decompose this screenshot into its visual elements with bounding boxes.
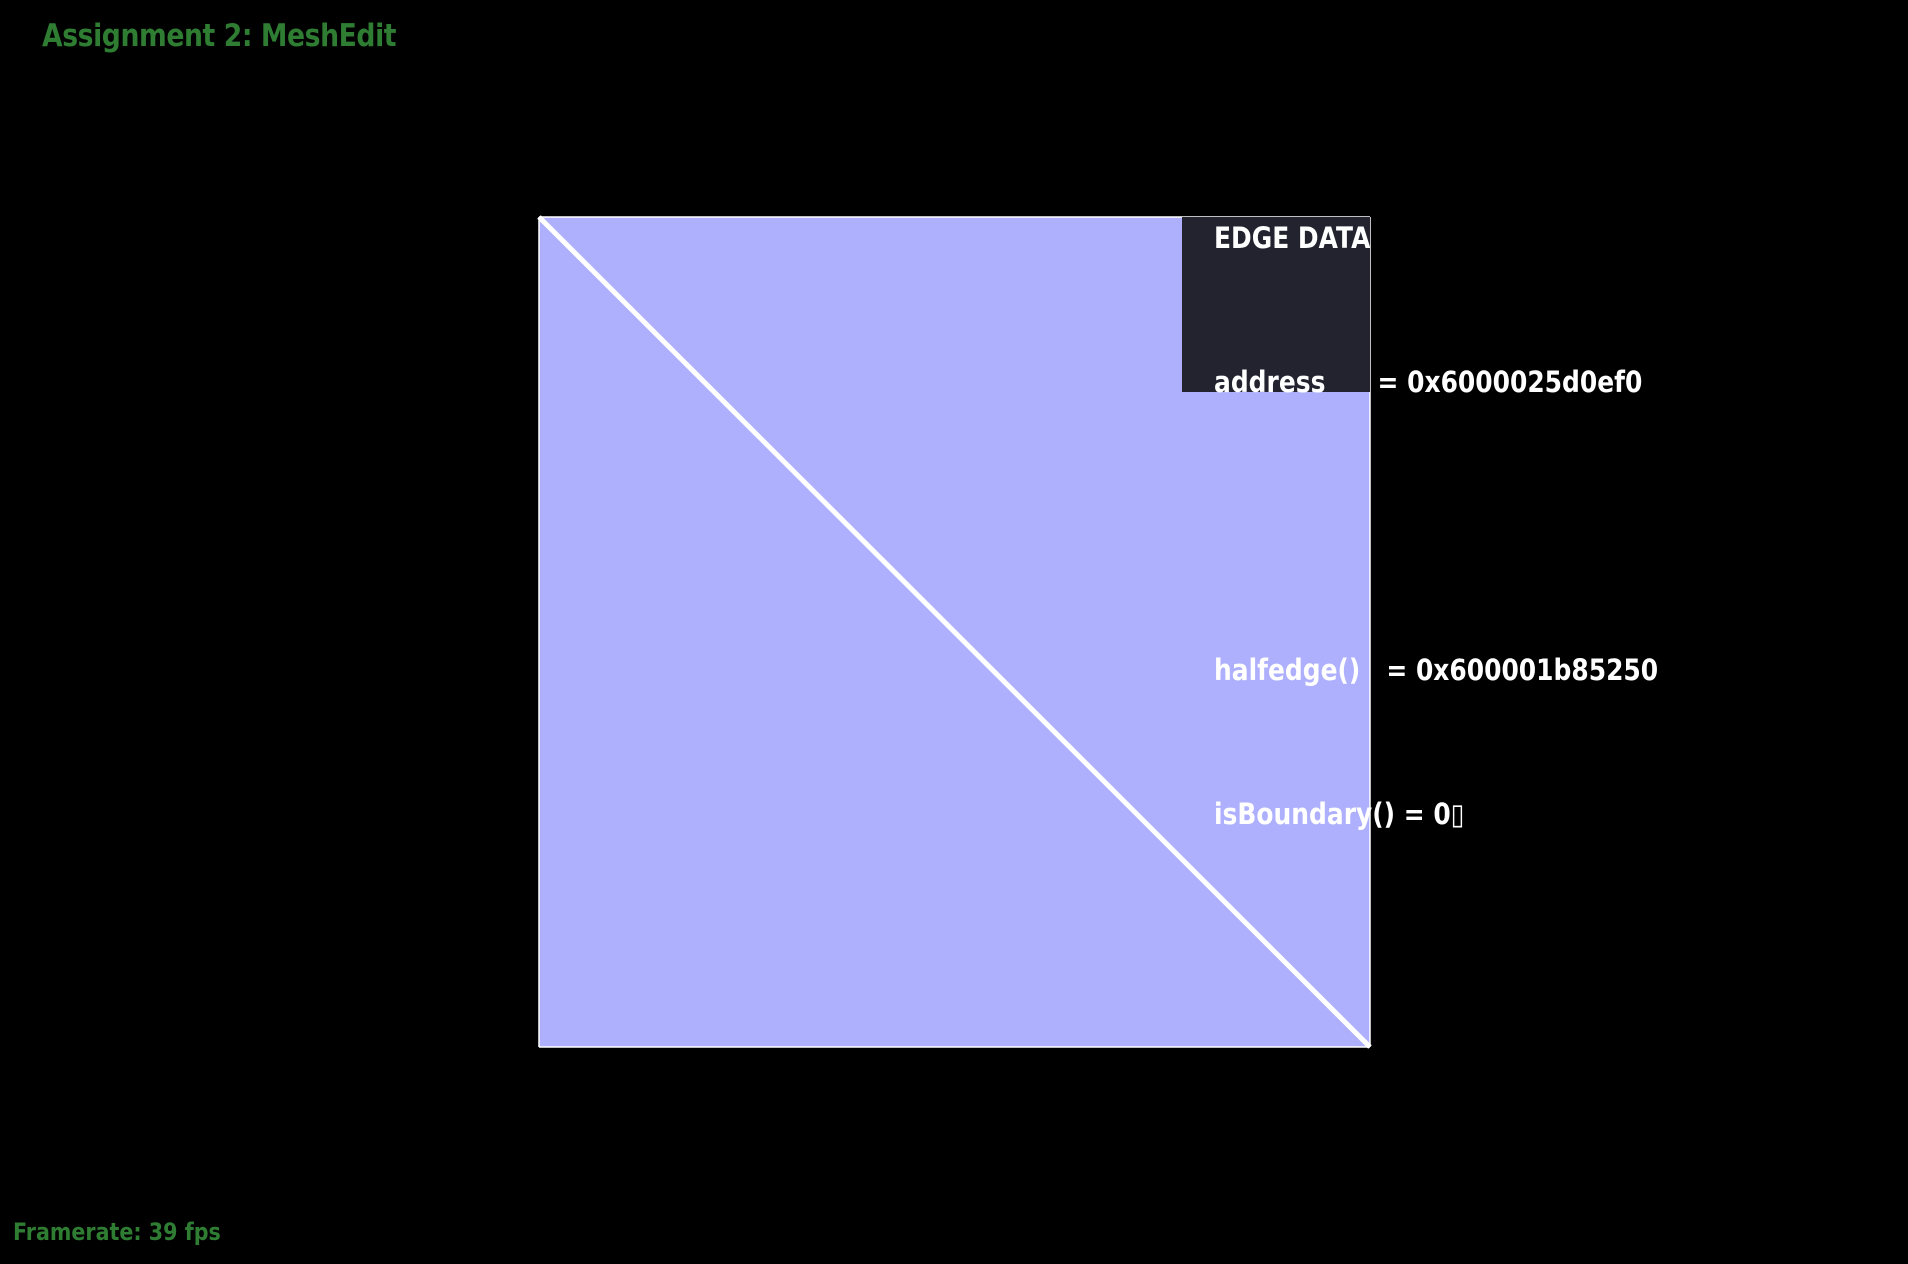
- viewport[interactable]: EDGE DATA address = 0x6000025d0ef0 halfe…: [0, 0, 1908, 1264]
- edge-data-row-blank: [1214, 502, 1658, 550]
- edge-data-row-isboundary: isBoundary() = 0▯: [1214, 790, 1658, 838]
- app-title: Assignment 2: MeshEdit: [42, 18, 397, 54]
- edge-data-heading: EDGE DATA: [1214, 221, 1371, 255]
- edge-data-label: isBoundary(): [1214, 797, 1404, 831]
- edge-data-value: = 0x6000025d0ef0: [1377, 365, 1643, 399]
- framerate-readout: Framerate: 39 fps: [13, 1218, 221, 1246]
- edge-data-readout: EDGE DATA address = 0x6000025d0ef0 halfe…: [1214, 118, 1658, 934]
- edge-data-label: halfedge(): [1214, 653, 1387, 687]
- edge-data-row-halfedge: halfedge() = 0x600001b85250: [1214, 646, 1658, 694]
- edge-data-label: address: [1214, 365, 1378, 399]
- edge-data-row-address: address = 0x6000025d0ef0: [1214, 358, 1658, 406]
- edge-data-value: = 0▯: [1403, 797, 1465, 831]
- edge-data-value: = 0x600001b85250: [1386, 653, 1659, 687]
